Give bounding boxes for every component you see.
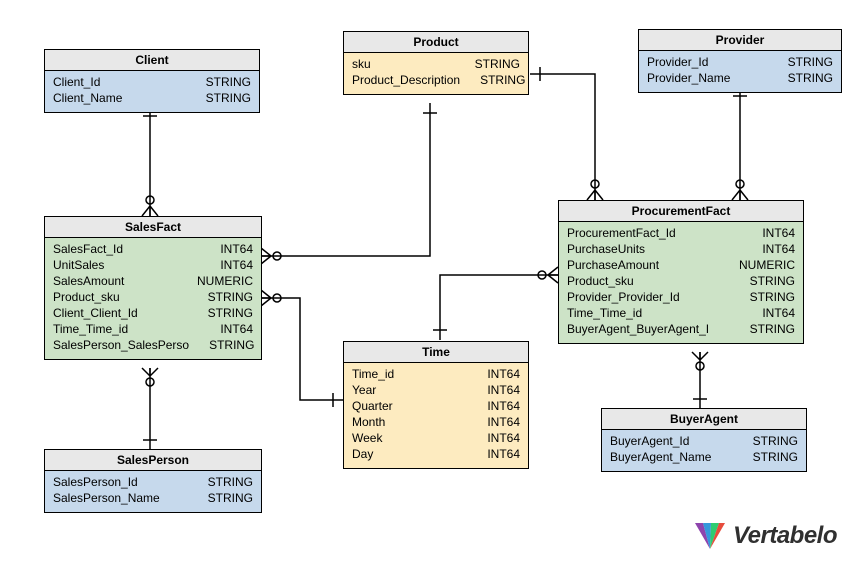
entity-title: Client	[45, 50, 259, 71]
entity-body: SalesPerson_IdSTRING SalesPerson_NameSTR…	[45, 471, 261, 512]
column-row: Product_DescriptionSTRING	[352, 72, 520, 88]
entity-title: Time	[344, 342, 528, 363]
column-row: Provider_IdSTRING	[647, 54, 833, 70]
column-row: Product_skuSTRING	[53, 289, 253, 305]
column-row: ProcurementFact_IdINT64	[567, 225, 795, 241]
column-row: Time_Time_idINT64	[53, 321, 253, 337]
column-row: SalesFact_IdINT64	[53, 241, 253, 257]
column-row: WeekINT64	[352, 430, 520, 446]
entity-title: ProcurementFact	[559, 201, 803, 222]
column-row: Time_idINT64	[352, 366, 520, 382]
entity-title: BuyerAgent	[602, 409, 806, 430]
entity-title: Provider	[639, 30, 841, 51]
column-row: Client_NameSTRING	[53, 90, 251, 106]
column-row: BuyerAgent_BuyerAgent_ISTRING	[567, 321, 795, 337]
entity-title: SalesFact	[45, 217, 261, 238]
entity-time[interactable]: Time Time_idINT64 YearINT64 QuarterINT64…	[343, 341, 529, 469]
entity-salesperson[interactable]: SalesPerson SalesPerson_IdSTRING SalesPe…	[44, 449, 262, 513]
column-row: Provider_NameSTRING	[647, 70, 833, 86]
column-row: QuarterINT64	[352, 398, 520, 414]
column-row: SalesPerson_IdSTRING	[53, 474, 253, 490]
column-row: BuyerAgent_NameSTRING	[610, 449, 798, 465]
entity-body: skuSTRING Product_DescriptionSTRING	[344, 53, 528, 94]
entity-body: SalesFact_IdINT64 UnitSalesINT64 SalesAm…	[45, 238, 261, 359]
column-row: Provider_Provider_IdSTRING	[567, 289, 795, 305]
logo-icon	[693, 519, 727, 553]
column-row: skuSTRING	[352, 56, 520, 72]
vertabelo-logo: Vertabelo	[693, 519, 837, 553]
entity-title: Product	[344, 32, 528, 53]
entity-title: SalesPerson	[45, 450, 261, 471]
column-row: Time_Time_idINT64	[567, 305, 795, 321]
column-row: SalesPerson_NameSTRING	[53, 490, 253, 506]
entity-body: Time_idINT64 YearINT64 QuarterINT64 Mont…	[344, 363, 528, 468]
column-row: Product_skuSTRING	[567, 273, 795, 289]
entity-procurementfact[interactable]: ProcurementFact ProcurementFact_IdINT64 …	[558, 200, 804, 344]
column-row: SalesAmountNUMERIC	[53, 273, 253, 289]
entity-client[interactable]: Client Client_IdSTRING Client_NameSTRING	[44, 49, 260, 113]
column-row: SalesPerson_SalesPersoSTRING	[53, 337, 253, 353]
diagram-canvas: Client Client_IdSTRING Client_NameSTRING…	[0, 0, 855, 565]
entity-salesfact[interactable]: SalesFact SalesFact_IdINT64 UnitSalesINT…	[44, 216, 262, 360]
entity-provider[interactable]: Provider Provider_IdSTRING Provider_Name…	[638, 29, 842, 93]
column-row: Client_IdSTRING	[53, 74, 251, 90]
column-row: BuyerAgent_IdSTRING	[610, 433, 798, 449]
entity-product[interactable]: Product skuSTRING Product_DescriptionSTR…	[343, 31, 529, 95]
logo-text: Vertabelo	[733, 522, 837, 550]
column-row: YearINT64	[352, 382, 520, 398]
column-row: DayINT64	[352, 446, 520, 462]
column-row: PurchaseUnitsINT64	[567, 241, 795, 257]
column-row: Client_Client_IdSTRING	[53, 305, 253, 321]
entity-buyeragent[interactable]: BuyerAgent BuyerAgent_IdSTRING BuyerAgen…	[601, 408, 807, 472]
column-row: UnitSalesINT64	[53, 257, 253, 273]
entity-body: ProcurementFact_IdINT64 PurchaseUnitsINT…	[559, 222, 803, 343]
entity-body: Client_IdSTRING Client_NameSTRING	[45, 71, 259, 112]
entity-body: Provider_IdSTRING Provider_NameSTRING	[639, 51, 841, 92]
entity-body: BuyerAgent_IdSTRING BuyerAgent_NameSTRIN…	[602, 430, 806, 471]
column-row: PurchaseAmountNUMERIC	[567, 257, 795, 273]
column-row: MonthINT64	[352, 414, 520, 430]
